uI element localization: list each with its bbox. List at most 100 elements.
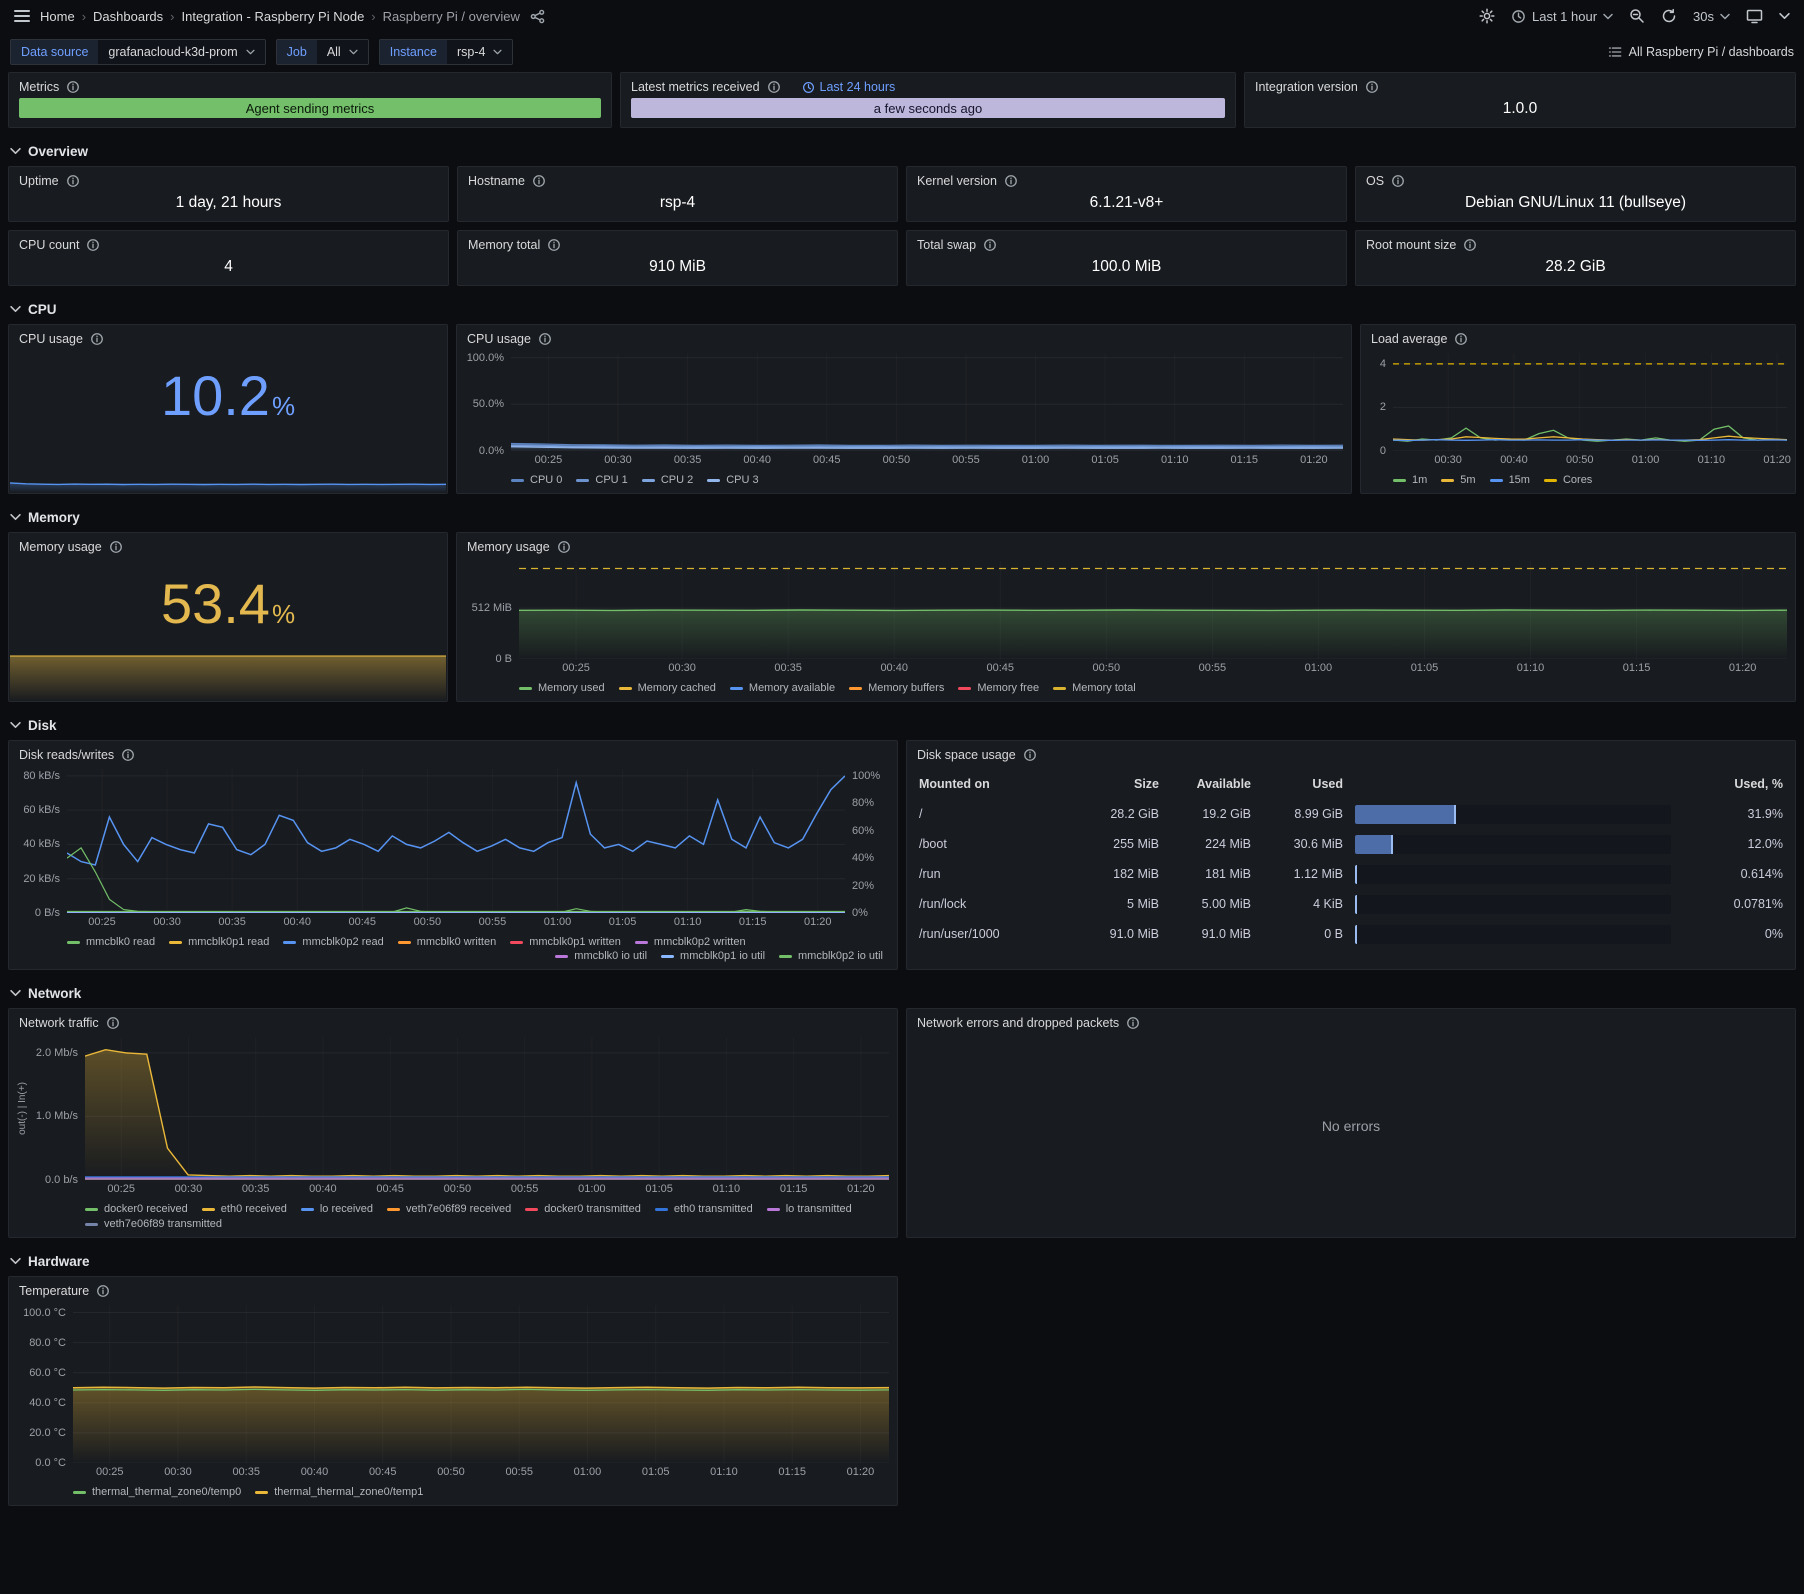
refresh-icon[interactable] [1661,8,1677,24]
panel-title[interactable]: Hostname [458,167,897,191]
usage-gauge-fill [1355,865,1357,884]
panel-title[interactable]: Memory usage [457,533,1795,557]
legend-item[interactable]: Memory total [1053,682,1136,694]
table-header[interactable]: Used [1263,777,1343,791]
panel-title[interactable]: Uptime [9,167,448,191]
table-cell-used: 1.12 MiB [1263,867,1343,881]
legend-item[interactable]: mmcblk0p2 read [283,936,383,948]
legend-item[interactable]: lo received [301,1203,373,1215]
axis-tick-label: 00:50 [437,1466,465,1478]
legend-label: thermal_thermal_zone0/temp0 [92,1486,241,1498]
section-hardware[interactable]: Hardware [8,1246,1796,1276]
all-dashboards-link[interactable]: All Raspberry Pi / dashboards [1608,45,1794,59]
legend-item[interactable]: Memory buffers [849,682,944,694]
breadcrumb-folder[interactable]: Integration - Raspberry Pi Node [181,9,364,24]
legend-item[interactable]: Memory free [958,682,1039,694]
panel-title[interactable]: Memory usage [9,533,447,557]
legend-item[interactable]: mmcblk0p1 read [169,936,269,948]
legend-item[interactable]: mmcblk0p2 written [635,936,746,948]
legend-item[interactable]: CPU 0 [511,474,562,486]
panel-title[interactable]: Network errors and dropped packets [907,1009,1795,1033]
legend-item[interactable]: docker0 transmitted [525,1203,641,1215]
legend-item[interactable]: CPU 2 [642,474,693,486]
legend-item[interactable]: eth0 received [202,1203,287,1215]
table-header[interactable]: Available [1171,777,1251,791]
table-header[interactable]: Used, % [1683,777,1783,791]
legend-item[interactable]: 5m [1441,474,1475,486]
section-cpu[interactable]: CPU [8,294,1796,324]
panel-title[interactable]: Disk reads/writes [9,741,897,765]
legend-item[interactable]: 15m [1490,474,1530,486]
panel-title[interactable]: Latest metrics received Last 24 hours [621,73,1235,97]
panel-title[interactable]: Network traffic [9,1009,897,1033]
legend-item[interactable]: Memory used [519,682,605,694]
legend-item[interactable]: veth7e06f89 received [387,1203,511,1215]
table-cell-available: 224 MiB [1171,837,1251,851]
legend-item[interactable]: docker0 received [85,1203,188,1215]
panel-title[interactable]: CPU usage [457,325,1351,349]
legend-item[interactable]: eth0 transmitted [655,1203,753,1215]
legend-item[interactable]: 1m [1393,474,1427,486]
legend-item[interactable]: CPU 3 [707,474,758,486]
legend-item[interactable]: thermal_thermal_zone0/temp0 [73,1486,241,1498]
section-memory[interactable]: Memory [8,502,1796,532]
usage-gauge [1355,895,1671,914]
menu-icon[interactable] [14,10,30,22]
share-icon[interactable] [530,9,545,24]
table-header[interactable]: Size [1067,777,1159,791]
breadcrumb-dashboards[interactable]: Dashboards [93,9,163,24]
panel-kernel-version: Kernel version 6.1.21-v8+ [906,166,1347,222]
axis-tick-label: 00:50 [444,1183,472,1195]
legend-item[interactable]: mmcblk0p2 io util [779,950,883,962]
legend-label: lo transmitted [786,1203,852,1215]
axis-tick-label: 80% [852,797,874,809]
panel-title[interactable]: Root mount size [1356,231,1795,255]
panel-title[interactable]: Integration version [1245,73,1795,97]
panel-title[interactable]: CPU usage [9,325,447,349]
panel-title[interactable]: CPU count [9,231,448,255]
table-cell-used: 4 KiB [1263,897,1343,911]
table-header[interactable]: Mounted on [919,777,1055,791]
legend-item[interactable]: mmcblk0p1 written [510,936,621,948]
panel-title[interactable]: Total swap [907,231,1346,255]
datasource-value[interactable]: grafanacloud-k3d-prom [98,40,264,64]
monitor-icon[interactable] [1746,8,1763,24]
axis-tick-label: 01:00 [578,1183,606,1195]
panel-title[interactable]: Kernel version [907,167,1346,191]
axis-tick-label: 4 [1380,358,1386,370]
refresh-interval-picker[interactable]: 30s [1693,9,1730,24]
panel-title[interactable]: Load average [1361,325,1795,349]
panel-title[interactable]: Memory total [458,231,897,255]
last-24-hours-link[interactable]: Last 24 hours [802,80,896,94]
collapse-toolbar-icon[interactable] [1779,12,1790,20]
panel-title[interactable]: Metrics [9,73,611,97]
legend-item[interactable]: mmcblk0p1 io util [661,950,765,962]
zoom-out-icon[interactable] [1629,8,1645,24]
table-cell-mount: /run/lock [919,897,1055,911]
legend-item[interactable]: lo transmitted [767,1203,852,1215]
legend-item[interactable]: veth7e06f89 transmitted [85,1218,222,1230]
dashboard-settings-icon[interactable] [1479,8,1495,24]
panel-title[interactable]: OS [1356,167,1795,191]
panel-title[interactable]: Disk space usage [907,741,1795,765]
legend-item[interactable]: mmcblk0 read [67,936,155,948]
legend-item[interactable]: mmcblk0 io util [555,950,647,962]
legend-item[interactable]: mmcblk0 written [398,936,496,948]
filter-bar: Data source grafanacloud-k3d-prom Job Al… [0,32,1804,72]
axis-tick-label: 01:10 [674,916,702,928]
legend-item[interactable]: Memory available [730,682,835,694]
axis-tick-label: 01:20 [1729,662,1757,674]
instance-value[interactable]: rsp-4 [447,40,512,64]
section-disk[interactable]: Disk [8,710,1796,740]
legend-item[interactable]: CPU 1 [576,474,627,486]
section-overview[interactable]: Overview [8,136,1796,166]
legend-item[interactable]: Cores [1544,474,1592,486]
legend-color-marker [619,687,632,690]
job-value[interactable]: All [317,40,368,64]
panel-title[interactable]: Temperature [9,1277,897,1301]
time-range-picker[interactable]: Last 1 hour [1511,9,1613,24]
legend-item[interactable]: Memory cached [619,682,716,694]
legend-item[interactable]: thermal_thermal_zone0/temp1 [255,1486,423,1498]
breadcrumb-home[interactable]: Home [40,9,75,24]
section-network[interactable]: Network [8,978,1796,1008]
